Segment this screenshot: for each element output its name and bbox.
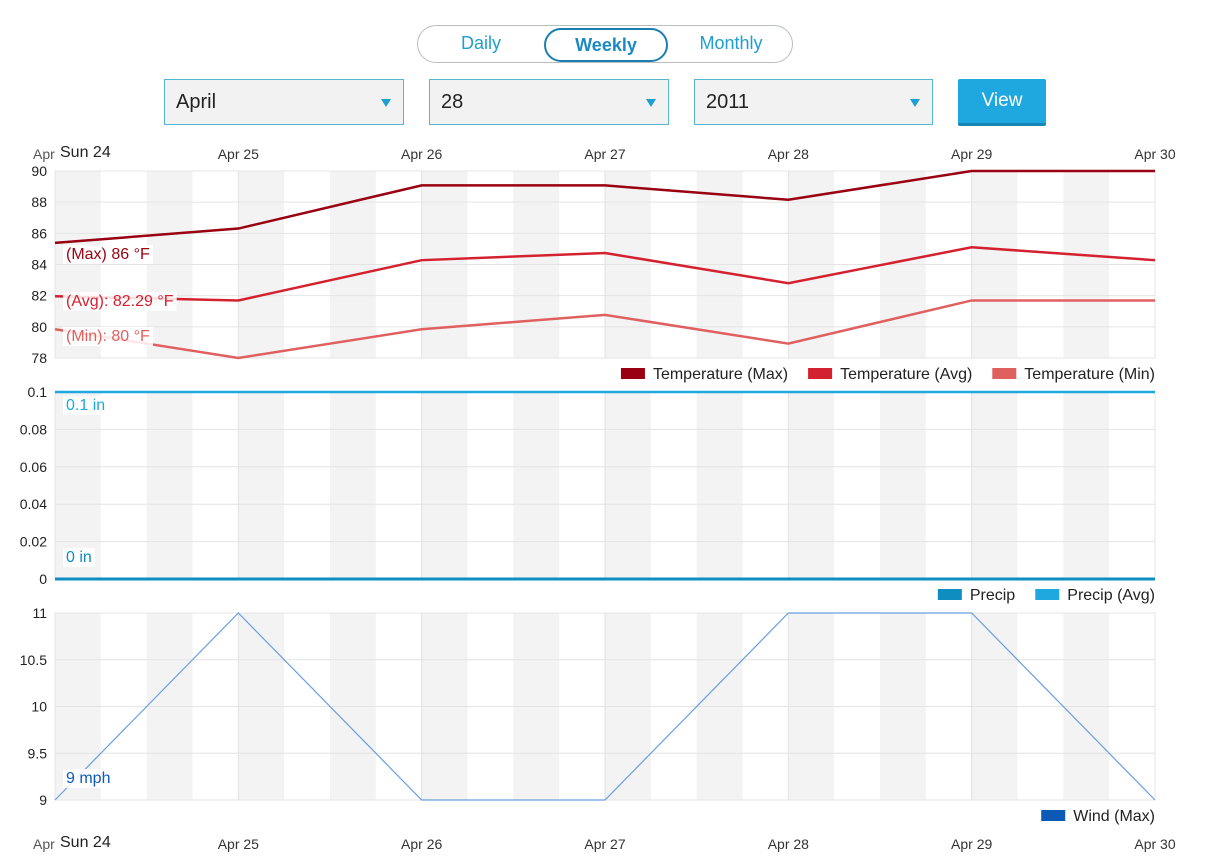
legend-swatch (1035, 589, 1060, 600)
value-annotation: (Min): 80 °F (66, 328, 150, 345)
night-band (696, 392, 743, 579)
y-tick-label: 9.5 (28, 745, 48, 761)
night-band (330, 392, 376, 579)
first-day-tag: Sun 24 (60, 834, 111, 851)
legend-label: Wind (Max) (1073, 808, 1155, 825)
y-tick-label: 9 (39, 792, 47, 808)
legend-swatch (937, 589, 962, 600)
night-band (880, 392, 926, 579)
y-tick-label: 11 (32, 605, 47, 621)
legend-label: Precip (Avg) (1067, 587, 1155, 604)
y-tick-label: 0.02 (20, 534, 47, 550)
legend-label: Temperature (Avg) (840, 366, 972, 383)
night-band (971, 392, 1018, 579)
legend-swatch (620, 368, 645, 379)
y-tick-label: 84 (31, 257, 47, 273)
x-tick-label: Apr 29 (951, 836, 992, 852)
y-tick-label: 0.06 (20, 459, 47, 475)
x-tick-label: Apr 28 (768, 836, 809, 852)
night-band (1063, 392, 1110, 579)
night-band (421, 392, 468, 579)
y-tick-label: 78 (31, 350, 47, 366)
legend-swatch (808, 368, 833, 379)
legend-label: Temperature (Max) (653, 366, 788, 383)
y-tick-label: 80 (31, 319, 47, 335)
y-tick-label: 90 (31, 163, 47, 179)
x-tick-label: Apr 26 (401, 836, 442, 852)
y-tick-label: 0 (39, 571, 47, 587)
legend-swatch (1041, 810, 1066, 821)
value-annotation: 0 in (66, 549, 92, 566)
x-tick-label: Apr 25 (218, 146, 259, 162)
y-tick-label: 0.08 (20, 421, 47, 437)
x-tick-label: Apr 30 (1134, 836, 1175, 852)
y-tick-label: 86 (31, 225, 47, 241)
y-tick-label: 10 (31, 699, 47, 715)
weather-history-charts: Apr 24Sun 24 Apr 25 Apr 26 Apr 27 Apr 28 Apr … (20, 139, 1176, 852)
x-tick-label: Apr 25 (218, 836, 259, 852)
x-tick-label: Apr 29 (951, 146, 992, 162)
x-tick-label: Apr 28 (768, 146, 809, 162)
y-tick-label: 0.04 (20, 496, 47, 512)
x-tick-label: Apr 27 (584, 836, 625, 852)
night-band (605, 392, 651, 579)
value-annotation: (Avg): 82.29 °F (66, 293, 174, 310)
legend-swatch (992, 368, 1017, 379)
y-tick-label: 88 (31, 194, 47, 210)
value-annotation: 9 mph (66, 770, 110, 787)
first-day-tag: Sun 24 (60, 144, 111, 161)
value-annotation: 0.1 in (66, 397, 105, 414)
legend-label: Temperature (Min) (1024, 366, 1155, 383)
night-band (238, 392, 285, 579)
y-tick-label: 82 (31, 288, 47, 304)
night-band (146, 392, 193, 579)
value-annotation: (Max) 86 °F (66, 246, 150, 263)
x-tick-label: Apr 27 (584, 146, 625, 162)
night-band (513, 392, 560, 579)
y-tick-label: 0.1 (28, 384, 48, 400)
y-tick-label: 10.5 (20, 652, 47, 668)
x-tick-label: Apr 26 (401, 146, 442, 162)
legend-label: Precip (970, 587, 1015, 604)
x-tick-label: Apr 30 (1134, 146, 1175, 162)
night-band (788, 392, 835, 579)
